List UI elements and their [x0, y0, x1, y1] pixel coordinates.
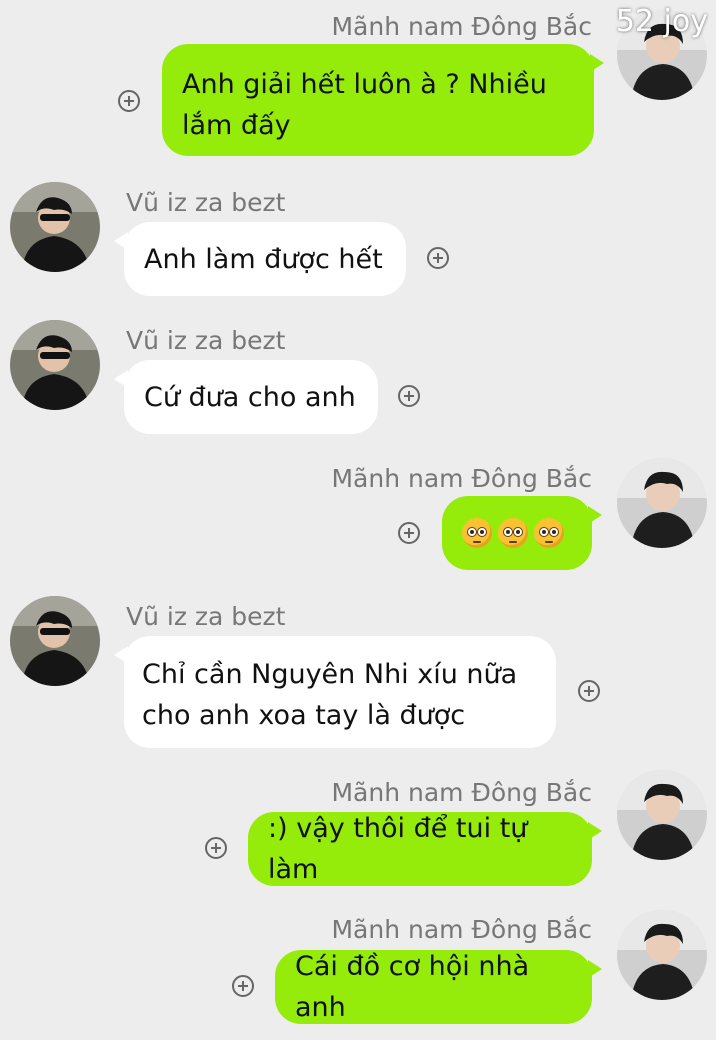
reaction-plus-icon[interactable] [232, 975, 254, 997]
sender-name: Mãnh nam Đông Bắc [331, 915, 592, 944]
sender-name: Vũ iz za bezt [126, 326, 286, 355]
message-text: Cứ đưa cho anh [144, 381, 356, 413]
message-line: cho anh xoa tay là được [142, 700, 466, 731]
pleading-face-emoji-icon [534, 518, 564, 548]
message-line: Anh giải hết luôn à ? Nhiều [182, 69, 547, 100]
reaction-plus-icon[interactable] [427, 247, 449, 269]
reaction-plus-icon[interactable] [398, 385, 420, 407]
message-bubble[interactable]: Cứ đưa cho anh [114, 360, 378, 434]
reaction-plus-icon[interactable] [205, 837, 227, 859]
avatar-left[interactable] [10, 596, 100, 686]
message-line: lắm đấy [182, 110, 291, 141]
sender-name: Mãnh nam Đông Bắc [331, 778, 592, 807]
avatar-right[interactable] [617, 910, 707, 1000]
message-bubble[interactable]: Anh giải hết luôn à ? Nhiều lắm đấy [162, 44, 604, 156]
message-line: Chỉ cần Nguyên Nhi xíu nữa [142, 659, 518, 690]
reaction-plus-icon[interactable] [398, 522, 420, 544]
message-bubble[interactable]: Anh làm được hết [114, 222, 406, 296]
sender-name: Vũ iz za bezt [126, 602, 286, 631]
reaction-plus-icon[interactable] [118, 90, 140, 112]
message-text: :) vậy thôi để tui tự làm [268, 813, 528, 885]
watermark-text: 52 joy [615, 4, 708, 39]
message-bubble[interactable]: Cái đồ cơ hội nhà anh [275, 950, 602, 1024]
pleading-face-emoji-icon [462, 518, 492, 548]
message-text: Anh làm được hết [144, 243, 383, 275]
sender-name: Vũ iz za bezt [126, 188, 286, 217]
avatar-left[interactable] [10, 320, 100, 410]
message-bubble[interactable] [442, 496, 602, 570]
avatar-right[interactable] [617, 770, 707, 860]
message-bubble[interactable]: :) vậy thôi để tui tự làm [248, 812, 602, 886]
message-bubble[interactable]: Chỉ cần Nguyên Nhi xíu nữa cho anh xoa t… [114, 636, 556, 748]
pleading-face-emoji-icon [498, 518, 528, 548]
sender-name: Mãnh nam Đông Bắc [331, 464, 592, 493]
avatar-left[interactable] [10, 182, 100, 272]
reaction-plus-icon[interactable] [578, 680, 600, 702]
avatar-right[interactable] [617, 458, 707, 548]
sender-name: Mãnh nam Đông Bắc [331, 12, 592, 41]
message-text: Cái đồ cơ hội nhà anh [295, 951, 530, 1023]
